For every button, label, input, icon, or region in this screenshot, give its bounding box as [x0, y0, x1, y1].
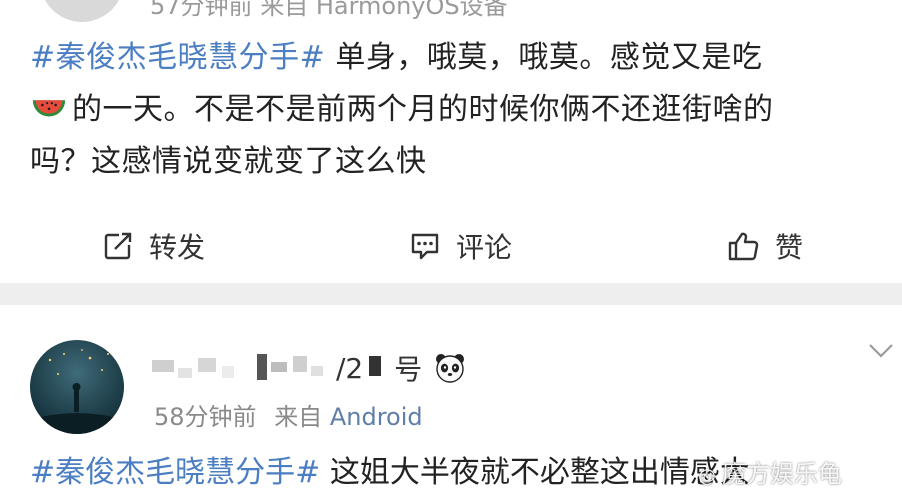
post-text-line1: 单身，哦莫，哦莫。感觉又是吃	[325, 40, 763, 75]
comment-time: 58分钟前	[154, 403, 257, 431]
redacted-username-block	[152, 348, 252, 388]
comment-meta: 58分钟前 来自 Android	[154, 397, 423, 432]
repost-label: 转发	[149, 231, 206, 264]
comment-from-label: 来自	[274, 403, 323, 431]
like-label: 赞	[775, 231, 804, 264]
post-avatar[interactable]	[40, 0, 124, 22]
weibo-post: 57分钟前 来自 HarmonyOS设备 #秦俊杰毛晓慧分手# 单身，哦莫，哦莫…	[0, 0, 902, 283]
comment-body: 这姐大半夜就不必整这出情感大	[320, 455, 750, 490]
post-body: #秦俊杰毛晓慧分手# 单身，哦莫，哦莫。感觉又是吃 的一天。不是不是前两个月的时…	[30, 32, 890, 188]
watermark: @ 魔方娱乐龟	[698, 454, 842, 489]
redacted-username-block	[257, 348, 327, 388]
comment-button[interactable]: 评论	[410, 218, 512, 274]
thumbs-up-icon	[728, 232, 759, 261]
commenter-avatar[interactable]	[30, 340, 124, 434]
post-topic-link[interactable]: #秦俊杰毛晓慧分手#	[30, 40, 325, 75]
comment-topic-link[interactable]: #秦俊杰毛晓慧分手#	[30, 455, 320, 490]
like-button[interactable]: 赞	[727, 218, 803, 274]
watermark-logo-icon: @	[698, 466, 716, 487]
watermelon-emoji-icon	[32, 100, 66, 117]
comment-icon	[411, 233, 439, 260]
repost-icon	[104, 232, 132, 260]
commenter-username-text: /2	[336, 351, 364, 385]
repost-button[interactable]: 转发	[103, 218, 205, 274]
comment-text: #秦俊杰毛晓慧分手# 这姐大半夜就不必整这出情感大	[30, 447, 750, 491]
chevron-down-icon[interactable]	[868, 343, 894, 359]
post-text-line2: 的一天。不是不是前两个月的时候你俩不还逛街啥的	[72, 92, 774, 127]
panda-icon	[436, 354, 465, 383]
post-text-line3: 吗？这感情说变就变了这么快	[30, 144, 427, 179]
post-meta: 57分钟前 来自 HarmonyOS设备	[150, 0, 508, 21]
post-action-bar: 转发 评论 赞	[0, 218, 902, 274]
redacted-username-block	[369, 348, 385, 388]
commenter-username[interactable]: /2 号	[152, 350, 466, 386]
watermark-text: 魔方娱乐龟	[722, 460, 842, 488]
section-divider	[0, 283, 902, 305]
comment-label: 评论	[456, 231, 513, 264]
commenter-username-suffix: 号	[394, 353, 423, 386]
post-source: 来自 HarmonyOS设备	[260, 0, 508, 20]
post-time: 57分钟前	[150, 0, 253, 20]
comment-source: Android	[329, 403, 423, 431]
